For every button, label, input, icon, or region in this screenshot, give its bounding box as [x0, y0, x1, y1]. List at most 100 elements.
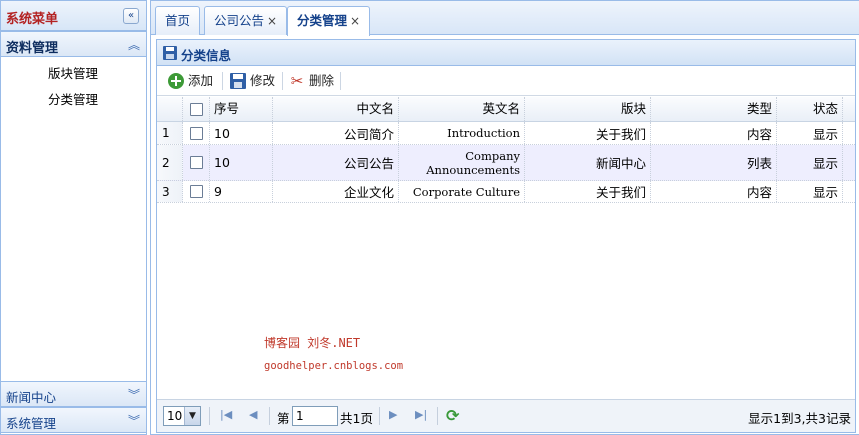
tab-category-management[interactable]: 分类管理 × [287, 6, 371, 36]
pager-separator [379, 407, 380, 425]
tab-bar: 首页 公司公告 × 分类管理 × [151, 1, 859, 36]
pagination-bar: 10 ▼ |◀ ◀ 第 共1页 ▶ ▶| ⟳ 显示1到3,共3记录 [157, 399, 855, 432]
row-checkbox[interactable] [189, 185, 203, 198]
cell-board: 新闻中心 [525, 145, 651, 180]
row-number: 1 [157, 122, 183, 144]
tab-label: 公司公告 [214, 13, 265, 28]
cell-chinese-name: 公司公告 [273, 145, 399, 180]
accordion-news-center[interactable]: 新闻中心 ︾ [1, 381, 146, 407]
cell-order: 10 [210, 122, 273, 144]
table-row[interactable]: 2 10 公司公告 Company Announcements 新闻中心 列表 … [157, 145, 855, 181]
pager-separator [269, 407, 270, 425]
add-icon [168, 73, 184, 89]
grid-toolbar: 添加 修改 ✂ 删除 [157, 66, 855, 96]
cell-chinese-name: 企业文化 [273, 181, 399, 202]
menu-item-board-management[interactable]: 版块管理 [48, 63, 98, 82]
grid-header: 序号 中文名 英文名 版块 类型 状态 [157, 97, 855, 122]
rownum-header [157, 97, 183, 121]
cell-type: 内容 [651, 122, 777, 144]
tab-home[interactable]: 首页 [155, 6, 201, 35]
accordion-data-management[interactable]: 资料管理 ︽ [1, 31, 146, 57]
pager-separator [437, 407, 438, 425]
tab-label: 首页 [165, 13, 191, 28]
cell-board: 关于我们 [525, 122, 651, 144]
toolbar-separator [222, 72, 223, 90]
cell-type: 内容 [651, 181, 777, 202]
column-header-status[interactable]: 状态 [777, 97, 843, 121]
row-checkbox-cell [183, 145, 210, 180]
main-content: 首页 公司公告 × 分类管理 × 分类信息 添加 修改 ✂ 删除 序号 中文名 … [150, 0, 859, 435]
menu-item-category-management[interactable]: 分类管理 [48, 89, 98, 108]
cell-status: 显示 [777, 181, 843, 202]
column-header-board[interactable]: 版块 [525, 97, 651, 121]
category-info-panel: 分类信息 添加 修改 ✂ 删除 序号 中文名 英文名 版块 类型 状态 1 10… [156, 39, 856, 433]
edit-button[interactable]: 修改 [225, 69, 282, 93]
category-grid: 序号 中文名 英文名 版块 类型 状态 1 10 公司简介 Introducti… [157, 97, 855, 397]
row-checkbox-cell [183, 122, 210, 144]
column-header-type[interactable]: 类型 [651, 97, 777, 121]
tab-label: 分类管理 [297, 13, 348, 28]
chevron-down-icon[interactable]: ︾ [128, 412, 140, 429]
edit-label: 修改 [250, 73, 276, 88]
column-header-chinese-name[interactable]: 中文名 [273, 97, 399, 121]
panel-title: 分类信息 [181, 48, 232, 63]
row-number: 2 [157, 145, 183, 180]
accordion-label: 系统管理 [6, 416, 57, 431]
first-page-icon[interactable]: |◀ [220, 408, 232, 421]
row-checkbox-cell [183, 181, 210, 202]
select-all-cell [183, 97, 210, 121]
system-menu-panel: 系统菜单 « 资料管理 ︽ 版块管理 分类管理 新闻中心 ︾ 系统管理 ︾ [0, 0, 147, 435]
select-all-checkbox[interactable] [189, 102, 203, 116]
save-disk-icon [163, 46, 177, 60]
cell-order: 10 [210, 145, 273, 180]
delete-label: 删除 [309, 73, 335, 88]
chevron-down-icon[interactable]: ︾ [128, 386, 140, 403]
chevron-up-icon[interactable]: ︽ [128, 36, 140, 53]
record-info: 显示1到3,共3记录 [748, 411, 851, 426]
page-size-value: 10 [167, 409, 183, 423]
panel-header: 分类信息 [157, 40, 855, 66]
accordion-label: 新闻中心 [6, 390, 57, 405]
row-checkbox[interactable] [189, 156, 203, 169]
close-icon[interactable]: × [267, 14, 277, 28]
cell-status: 显示 [777, 145, 843, 180]
system-menu-header: 系统菜单 « [1, 1, 146, 31]
last-page-icon[interactable]: ▶| [415, 408, 427, 421]
save-icon [230, 73, 246, 89]
add-button[interactable]: 添加 [163, 69, 220, 93]
cell-status: 显示 [777, 122, 843, 144]
pager-separator [209, 407, 210, 425]
column-header-order[interactable]: 序号 [210, 97, 273, 121]
refresh-icon[interactable]: ⟳ [446, 406, 459, 425]
page-total: 共1页 [340, 411, 373, 426]
row-checkbox[interactable] [189, 126, 203, 140]
cell-chinese-name: 公司简介 [273, 122, 399, 144]
cell-english-name: Introduction [399, 122, 525, 144]
toolbar-separator [340, 72, 341, 90]
dropdown-arrow-icon[interactable]: ▼ [184, 407, 200, 425]
close-icon[interactable]: × [350, 14, 360, 28]
page-size-select[interactable]: 10 ▼ [163, 406, 201, 426]
page-prefix: 第 [277, 411, 290, 426]
scissors-icon: ✂ [290, 72, 304, 90]
cell-english-name: Company Announcements [399, 145, 525, 180]
cell-board: 关于我们 [525, 181, 651, 202]
add-label: 添加 [188, 73, 214, 88]
delete-button[interactable]: ✂ 删除 [284, 69, 341, 93]
tab-company-notice[interactable]: 公司公告 × [204, 6, 288, 35]
table-row[interactable]: 1 10 公司简介 Introduction 关于我们 内容 显示 [157, 122, 855, 145]
prev-page-icon[interactable]: ◀ [249, 408, 257, 421]
cell-order: 9 [210, 181, 273, 202]
system-menu-title: 系统菜单 [6, 12, 59, 27]
column-header-english-name[interactable]: 英文名 [399, 97, 525, 121]
cell-type: 列表 [651, 145, 777, 180]
row-number: 3 [157, 181, 183, 202]
watermark-url: goodhelper.cnblogs.com [264, 360, 404, 372]
next-page-icon[interactable]: ▶ [389, 408, 397, 421]
cell-english-name: Corporate Culture [399, 181, 525, 202]
table-row[interactable]: 3 9 企业文化 Corporate Culture 关于我们 内容 显示 [157, 181, 855, 203]
accordion-system-management[interactable]: 系统管理 ︾ [1, 407, 146, 433]
page-number-input[interactable] [292, 406, 338, 426]
accordion-label: 资料管理 [6, 41, 59, 56]
collapse-sidebar-icon[interactable]: « [123, 8, 139, 24]
